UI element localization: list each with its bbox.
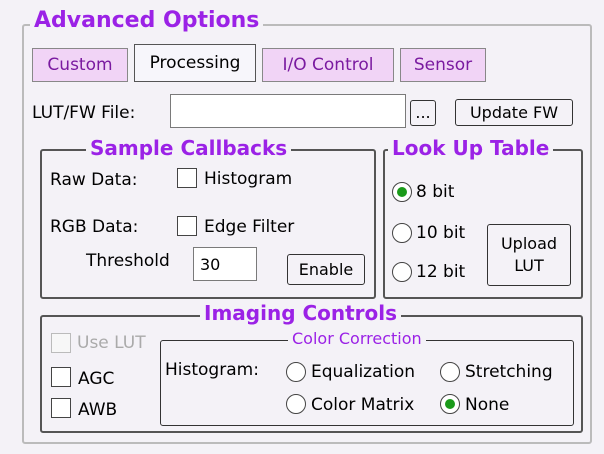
edge-filter-checkbox[interactable] — [177, 216, 197, 236]
equalization-radio[interactable] — [286, 362, 306, 382]
lut-12bit-label: 12 bit — [416, 262, 466, 282]
color-correction-title: Color Correction — [288, 331, 426, 347]
awb-label: AWB — [78, 400, 118, 420]
stretching-label: Stretching — [465, 362, 553, 382]
enable-button[interactable]: Enable — [287, 254, 365, 285]
equalization-label: Equalization — [311, 362, 416, 382]
upload-lut-line1: Upload — [500, 234, 558, 253]
use-lut-checkbox[interactable] — [51, 333, 71, 353]
threshold-label: Threshold — [86, 251, 170, 271]
color-matrix-label: Color Matrix — [311, 395, 415, 415]
imaging-controls-title: Imaging Controls — [200, 303, 402, 323]
upload-lut-button[interactable]: Upload LUT — [487, 224, 571, 286]
edge-filter-label: Edge Filter — [204, 217, 295, 237]
update-fw-button[interactable]: Update FW — [455, 99, 573, 126]
advanced-options-title: Advanced Options — [30, 10, 264, 32]
histogram-label: Histogram — [204, 169, 293, 189]
histogram-mode-label: Histogram: — [165, 360, 259, 380]
threshold-input[interactable]: 30 — [193, 247, 257, 281]
agc-checkbox[interactable] — [51, 367, 71, 387]
sample-callbacks-title: Sample Callbacks — [86, 138, 292, 158]
none-radio[interactable] — [440, 394, 460, 414]
radio-selected-dot — [397, 187, 407, 197]
color-matrix-radio[interactable] — [286, 394, 306, 414]
stretching-radio[interactable] — [440, 362, 460, 382]
lut-12bit-radio[interactable] — [392, 262, 412, 282]
histogram-checkbox[interactable] — [177, 168, 197, 188]
tab-io-control[interactable]: I/O Control — [262, 48, 394, 82]
raw-data-label: Raw Data: — [50, 170, 138, 190]
use-lut-label: Use LUT — [77, 333, 146, 353]
lut-10bit-label: 10 bit — [416, 223, 466, 243]
rgb-data-label: RGB Data: — [50, 217, 139, 237]
lut-10bit-radio[interactable] — [392, 223, 412, 243]
tab-processing[interactable]: Processing — [134, 44, 256, 82]
lut-8bit-label: 8 bit — [416, 182, 455, 202]
radio-selected-dot — [445, 399, 455, 409]
tab-custom[interactable]: Custom — [32, 48, 128, 82]
tab-sensor[interactable]: Sensor — [400, 48, 486, 82]
lut-fw-file-label: LUT/FW File: — [32, 103, 136, 123]
lut-8bit-radio[interactable] — [392, 182, 412, 202]
agc-label: AGC — [78, 369, 115, 389]
browse-button[interactable]: ... — [410, 100, 436, 126]
awb-checkbox[interactable] — [51, 398, 71, 418]
look-up-table-title: Look Up Table — [388, 138, 554, 158]
lut-fw-file-input[interactable] — [170, 94, 406, 128]
none-label: None — [465, 395, 510, 415]
upload-lut-line2: LUT — [514, 256, 544, 275]
